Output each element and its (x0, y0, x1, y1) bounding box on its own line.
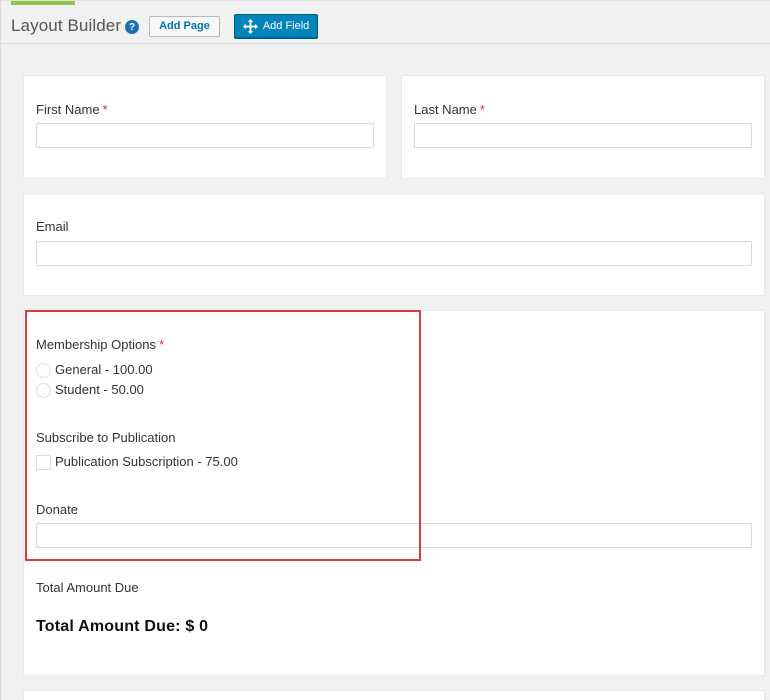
radio-button[interactable] (36, 363, 51, 378)
required-marker: * (102, 102, 108, 117)
first-name-input[interactable] (36, 123, 374, 148)
membership-option-student[interactable]: Student - 50.00 (36, 381, 144, 398)
required-marker: * (479, 102, 485, 117)
active-tab-indicator (11, 1, 75, 5)
add-field-label: Add Field (262, 20, 310, 32)
subscribe-publication-label: Subscribe to Publication (36, 430, 176, 445)
last-name-input[interactable] (414, 123, 752, 148)
checkbox[interactable] (36, 455, 51, 470)
help-icon[interactable]: ? (125, 20, 140, 34)
last-name-label: Last Name * (414, 102, 485, 117)
membership-option-general[interactable]: General - 100.00 (36, 361, 153, 378)
total-amount-due-label: Total Amount Due (36, 580, 139, 595)
donate-input[interactable] (36, 523, 752, 548)
publication-subscription-option[interactable]: Publication Subscription - 75.00 (36, 453, 238, 470)
next-field-card[interactable] (23, 690, 765, 700)
membership-options-label: Membership Options * (36, 337, 165, 352)
header-toolbar: Layout Builder ? Add Page Add Field (11, 13, 319, 39)
page-title: Layout Builder (11, 16, 122, 35)
email-input[interactable] (36, 241, 752, 266)
radio-button[interactable] (36, 383, 51, 398)
total-amount-due-value: Total Amount Due: $ 0 (36, 618, 209, 635)
email-card[interactable]: Email (23, 193, 765, 296)
first-name-label: First Name * (36, 102, 108, 117)
last-name-card[interactable]: Last Name * (401, 75, 765, 179)
donate-label: Donate (36, 502, 78, 517)
add-field-button[interactable]: Add Field (233, 13, 319, 39)
email-label: Email (36, 219, 69, 234)
move-icon (242, 18, 258, 34)
layout-builder-header: Layout Builder ? Add Page Add Field (1, 0, 770, 44)
first-name-card[interactable]: First Name * (23, 75, 387, 179)
payment-card[interactable]: Membership Options * General - 100.00 Stu… (23, 310, 765, 676)
required-marker: * (158, 337, 165, 352)
add-page-button[interactable]: Add Page (149, 15, 220, 37)
